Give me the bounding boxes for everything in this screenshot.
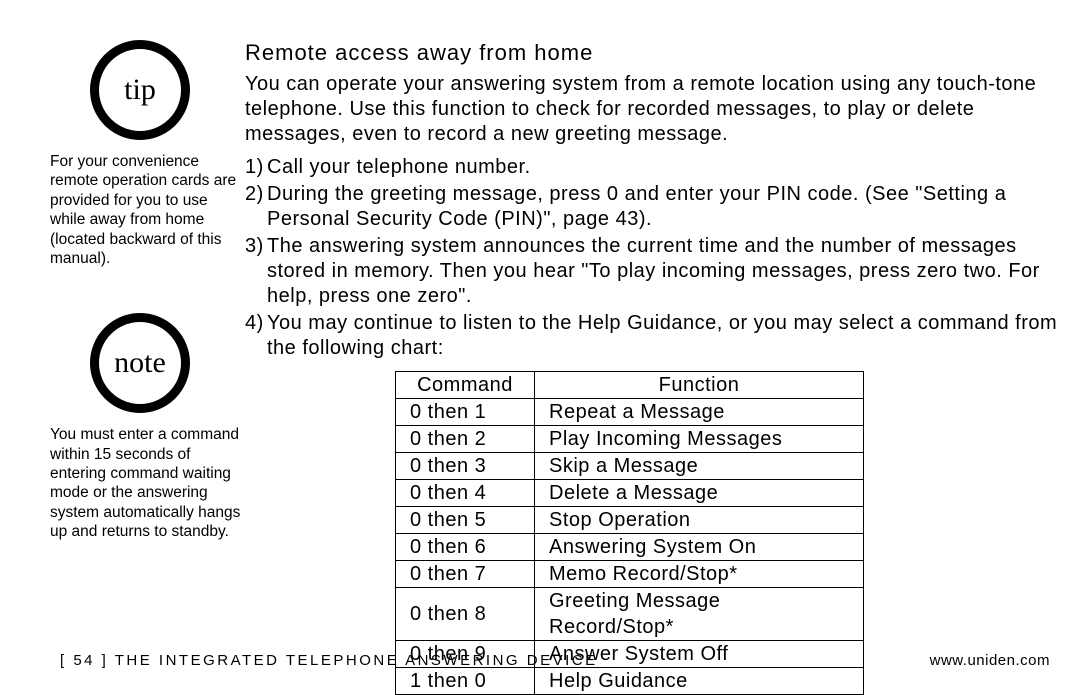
- cell-command: 0 then 6: [396, 534, 535, 561]
- step-num: 2): [245, 182, 267, 232]
- step-3: 3) The answering system announces the cu…: [245, 234, 1070, 309]
- cell-function: Repeat a Message: [535, 399, 864, 426]
- table-row: 0 then 2Play Incoming Messages: [396, 426, 864, 453]
- cell-function: Greeting Message Record/Stop*: [535, 588, 864, 641]
- cell-function: Skip a Message: [535, 453, 864, 480]
- table-row: 0 then 6Answering System On: [396, 534, 864, 561]
- table-row: 0 then 8Greeting Message Record/Stop*: [396, 588, 864, 641]
- step-num: 3): [245, 234, 267, 309]
- cell-command: 0 then 2: [396, 426, 535, 453]
- cell-command: 1 then 0: [396, 668, 535, 695]
- cell-function: Delete a Message: [535, 480, 864, 507]
- cell-command: 0 then 3: [396, 453, 535, 480]
- cell-command: 0 then 1: [396, 399, 535, 426]
- cell-command: 0 then 8: [396, 588, 535, 641]
- cell-command: 0 then 4: [396, 480, 535, 507]
- tip-badge: tip: [90, 40, 190, 140]
- cell-function: Answering System On: [535, 534, 864, 561]
- note-badge: note: [90, 313, 190, 413]
- cell-function: Memo Record/Stop*: [535, 561, 864, 588]
- step-2: 2) During the greeting message, press 0 …: [245, 182, 1070, 232]
- table-row: 0 then 1Repeat a Message: [396, 399, 864, 426]
- step-text: Call your telephone number.: [267, 155, 1070, 180]
- table-header-command: Command: [396, 372, 535, 399]
- step-text: The answering system announces the curre…: [267, 234, 1070, 309]
- cell-function: Help Guidance: [535, 668, 864, 695]
- step-num: 1): [245, 155, 267, 180]
- table-header-function: Function: [535, 372, 864, 399]
- footer-left: [ 54 ] THE INTEGRATED TELEPHONE ANSWERIN…: [60, 652, 598, 669]
- table-row: 0 then 5Stop Operation: [396, 507, 864, 534]
- note-label: note: [114, 346, 166, 380]
- table-row: 1 then 0Help Guidance: [396, 668, 864, 695]
- note-text: You must enter a command within 15 secon…: [50, 425, 245, 541]
- table-header-row: Command Function: [396, 372, 864, 399]
- step-text: During the greeting message, press 0 and…: [267, 182, 1070, 232]
- table-row: 0 then 4Delete a Message: [396, 480, 864, 507]
- cell-command: 0 then 7: [396, 561, 535, 588]
- page-heading: Remote access away from home: [245, 40, 1070, 66]
- intro-text: You can operate your answering system fr…: [245, 72, 1070, 147]
- step-1: 1) Call your telephone number.: [245, 155, 1070, 180]
- step-4: 4) You may continue to listen to the Hel…: [245, 311, 1070, 361]
- table-row: 0 then 7Memo Record/Stop*: [396, 561, 864, 588]
- cell-function: Stop Operation: [535, 507, 864, 534]
- cell-command: 0 then 5: [396, 507, 535, 534]
- tip-label: tip: [124, 73, 156, 107]
- command-table: Command Function 0 then 1Repeat a Messag…: [395, 371, 864, 695]
- step-text: You may continue to listen to the Help G…: [267, 311, 1070, 361]
- footer-url: www.uniden.com: [930, 652, 1050, 669]
- cell-function: Play Incoming Messages: [535, 426, 864, 453]
- table-row: 0 then 3Skip a Message: [396, 453, 864, 480]
- step-num: 4): [245, 311, 267, 361]
- page-footer: [ 54 ] THE INTEGRATED TELEPHONE ANSWERIN…: [60, 652, 1050, 669]
- tip-text: For your convenience remote operation ca…: [50, 152, 245, 268]
